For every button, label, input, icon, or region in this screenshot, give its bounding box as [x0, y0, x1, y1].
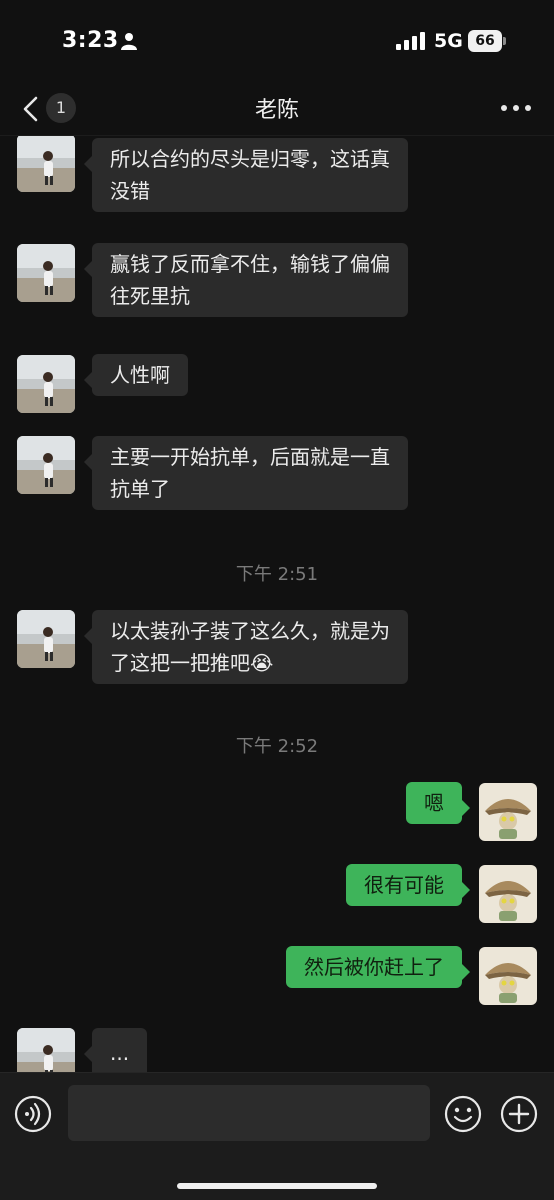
message-text: 嗯 — [424, 791, 444, 815]
message-bubble-outgoing[interactable]: 很有可能 — [346, 864, 470, 906]
status-time: 3:23 — [62, 28, 119, 53]
timestamp-separator: 下午 2:52 — [235, 736, 319, 757]
message-input[interactable] — [68, 1085, 430, 1141]
status-bar: 3:23 5G 66 — [0, 0, 554, 80]
message-text: 主要一开始抗单，后面就是一直 — [110, 445, 390, 469]
user-avatar[interactable] — [479, 783, 537, 841]
message-text: 所以合约的尽头是归零，这话真 — [110, 147, 390, 171]
message-text: 没错 — [110, 179, 150, 203]
network-label: 5G — [434, 30, 463, 52]
home-indicator — [177, 1183, 377, 1189]
message-bubble-outgoing[interactable]: 嗯 — [406, 782, 470, 824]
plus-circle-icon[interactable] — [500, 1095, 538, 1133]
message-bubble-incoming[interactable]: 以太装孙子装了这么久，就是为 了这把一把推吧😭 — [84, 610, 408, 684]
contact-avatar[interactable] — [17, 136, 75, 192]
message-bubble-incoming[interactable]: 人性啊 — [84, 354, 188, 396]
message-text: 往死里抗 — [110, 284, 190, 308]
contact-avatar[interactable] — [17, 1028, 75, 1072]
message-text: ... — [110, 1041, 130, 1065]
contact-avatar[interactable] — [17, 436, 75, 494]
nav-bar: 1 老陈 — [0, 80, 554, 136]
battery-tip — [503, 37, 506, 45]
message-bubble-incoming[interactable]: 赢钱了反而拿不住，输钱了偏偏 往死里抗 — [84, 243, 408, 317]
user-avatar[interactable] — [479, 947, 537, 1005]
message-text: 以太装孙子装了这么久，就是为 — [110, 619, 390, 643]
user-avatar[interactable] — [479, 865, 537, 923]
contact-avatar[interactable] — [17, 244, 75, 302]
message-text: 赢钱了反而拿不住，输钱了偏偏 — [110, 252, 390, 276]
signal-icon — [396, 32, 425, 50]
more-dots-icon[interactable] — [496, 96, 536, 120]
person-icon — [121, 33, 137, 50]
voice-icon[interactable] — [14, 1095, 52, 1133]
emoji-icon[interactable] — [444, 1095, 482, 1133]
message-text: 抗单了 — [110, 477, 170, 501]
message-text: 了这把一把推吧😭 — [110, 651, 274, 675]
message-text: 然后被你赶上了 — [304, 955, 444, 979]
message-bubble-outgoing[interactable]: 然后被你赶上了 — [286, 946, 470, 988]
message-bubble-incoming[interactable]: ... — [83, 1028, 148, 1072]
message-text: 很有可能 — [364, 873, 444, 897]
contact-avatar[interactable] — [17, 355, 75, 413]
message-bubble-incoming[interactable]: 所以合约的尽头是归零，这话真 没错 — [84, 138, 408, 212]
battery-indicator: 66 — [468, 30, 506, 52]
battery-level: 66 — [468, 30, 502, 52]
timestamp-separator: 下午 2:51 — [235, 564, 319, 585]
message-bubble-incoming[interactable]: 主要一开始抗单，后面就是一直 抗单了 — [84, 436, 408, 510]
chat-title: 老陈 — [254, 98, 299, 123]
contact-avatar[interactable] — [17, 610, 75, 668]
chat-area[interactable]: 所以合约的尽头是归零，这话真 没错 赢钱了反而拿不住，输钱了偏偏 往死里抗 人性… — [0, 136, 554, 1072]
input-bar — [0, 1072, 554, 1200]
message-text: 人性啊 — [110, 363, 170, 387]
